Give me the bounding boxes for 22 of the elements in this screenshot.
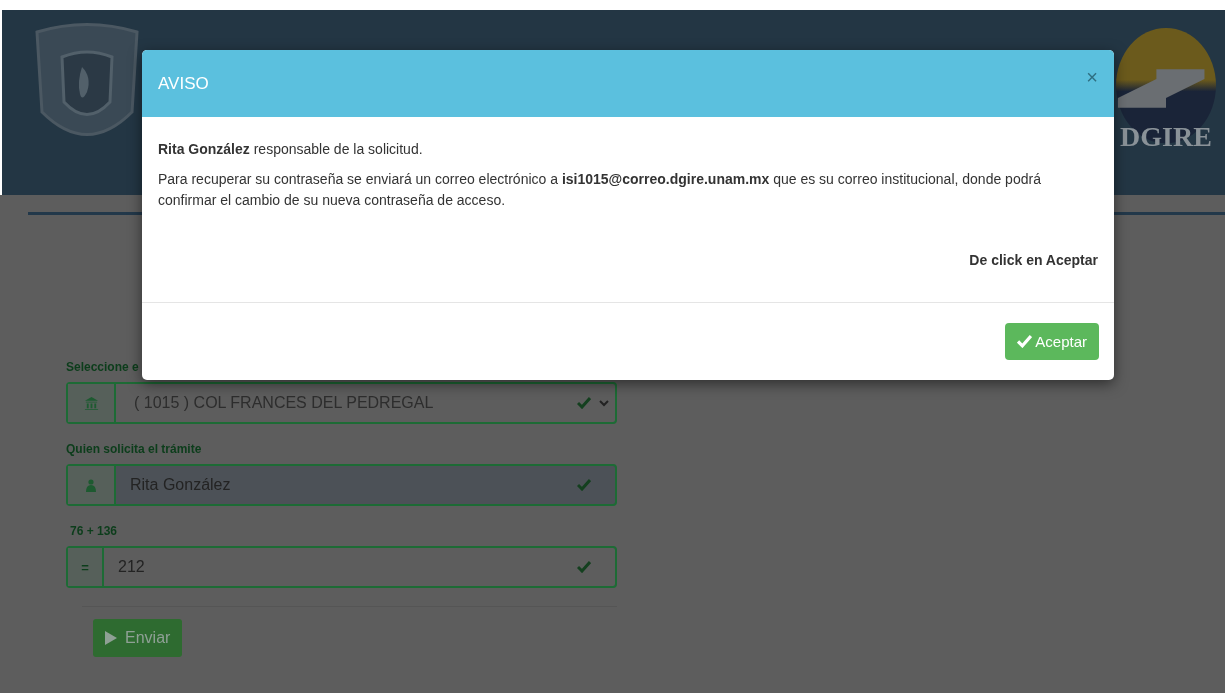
accept-button[interactable]: Aceptar <box>1005 322 1099 360</box>
play-icon <box>105 631 117 645</box>
person-icon <box>86 478 96 492</box>
dialog-paragraph: Rita González responsable de la solicitud. <box>158 140 424 159</box>
input-field[interactable]: = 212 <box>66 546 617 588</box>
field-label: 76 + 136 <box>69 524 119 538</box>
field-label: Quien solicita el trámite <box>66 442 203 456</box>
bank-icon <box>83 395 99 411</box>
logo-text: DGIRE <box>1120 121 1212 153</box>
caret-icon <box>599 399 609 407</box>
instruction-text: De click en Aceptar <box>969 251 1098 268</box>
dialog-paragraph: Para recuperar su contraseña se enviará un correo electrónico a isi1015@correo.dgire.unam.mx que es su correo institucional, donde podrá confirmar el cambio de su nueva contraseña de acceso. <box>158 170 1042 210</box>
check-icon <box>577 397 591 409</box>
field-value: 212 <box>117 558 146 576</box>
field-label: Seleccione e <box>66 360 140 374</box>
dialog-title: AVISO <box>158 73 209 94</box>
submit-button[interactable]: Enviar <box>93 619 183 657</box>
equals-sign: = <box>68 548 104 586</box>
check-icon <box>577 479 591 491</box>
check-icon <box>1017 334 1033 348</box>
close-button[interactable]: × <box>1086 66 1098 89</box>
check-icon <box>577 561 591 573</box>
